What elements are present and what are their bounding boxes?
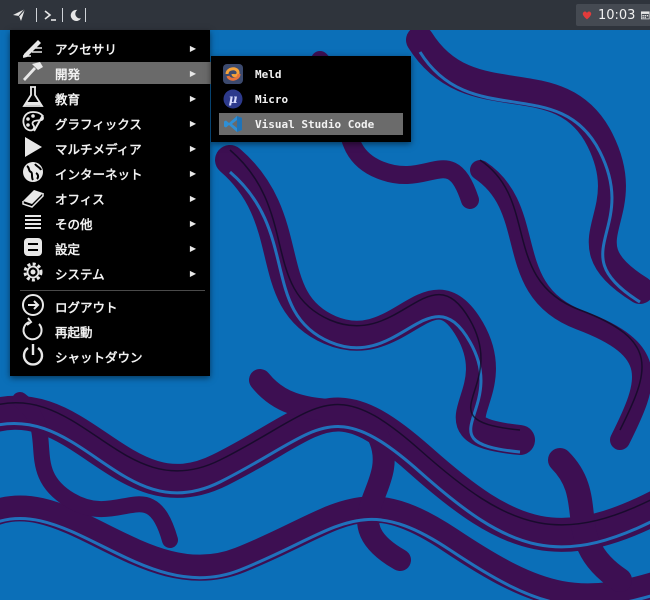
menu-item-label: オフィス	[55, 191, 105, 207]
heart-icon[interactable]	[582, 9, 592, 22]
settings-icon	[24, 238, 42, 256]
launcher-button[interactable]	[8, 0, 30, 30]
menu-item-restart[interactable]: 再起動	[18, 317, 212, 342]
globe-icon	[23, 162, 43, 182]
menu-item-shutdown[interactable]: シャットダウン	[18, 344, 212, 367]
clock[interactable]: 10:03	[598, 8, 635, 23]
menu-item-internet[interactable]: インターネット ▶	[18, 162, 212, 184]
panel-separator	[85, 8, 86, 22]
submenu-item-label: Meld	[255, 67, 282, 81]
flask-icon	[22, 86, 44, 107]
power-icon	[22, 344, 44, 366]
menu-item-office[interactable]: オフィス ▶	[18, 187, 212, 209]
menu-item-label: マルチメディア	[55, 141, 142, 157]
panel-separator	[62, 8, 63, 22]
menu-item-label: 開発	[55, 66, 81, 82]
night-mode-button[interactable]	[66, 0, 84, 30]
vscode-icon	[224, 116, 242, 132]
submenu-item-micro[interactable]: μ Micro	[219, 88, 403, 110]
menu-item-label: アクセサリ	[55, 41, 117, 57]
calendar-icon[interactable]	[641, 9, 650, 21]
submenu-arrow-icon: ▶	[189, 43, 196, 53]
top-panel: 10:03	[0, 0, 650, 30]
menu-item-label: 設定	[55, 241, 81, 257]
submenu-arrow-icon: ▶	[189, 218, 196, 228]
menu-item-multimedia[interactable]: マルチメディア ▶	[18, 137, 212, 159]
svg-text:μ: μ	[229, 92, 238, 106]
terminal-button[interactable]	[40, 0, 60, 30]
restart-icon	[22, 317, 43, 341]
menu-item-label: その他	[55, 216, 93, 232]
menu-item-label: 再起動	[55, 324, 93, 340]
menu-item-label: 教育	[55, 91, 81, 107]
submenu-arrow-icon: ▶	[189, 268, 196, 278]
panel-separator	[36, 8, 37, 22]
application-menu: アクセサリ ▶ 開発 ▶ 教育 ▶ グラフィックス ▶ マルチメディア ▶ イン…	[10, 30, 212, 376]
menu-item-label: グラフィックス	[55, 116, 142, 132]
menu-item-education[interactable]: 教育 ▶	[18, 86, 212, 109]
development-submenu: Meld μ Micro Visual Studio Code	[211, 56, 411, 142]
menu-item-development[interactable]: 開発 ▶	[18, 62, 212, 84]
play-icon	[25, 137, 42, 157]
menu-item-label: シャットダウン	[55, 349, 143, 365]
accessories-pen-icon	[23, 40, 42, 58]
menu-item-other[interactable]: その他 ▶	[18, 212, 212, 234]
menu-item-system[interactable]: システム ▶	[18, 262, 212, 284]
submenu-item-meld[interactable]: Meld	[219, 63, 403, 85]
menu-item-graphics[interactable]: グラフィックス ▶	[18, 111, 212, 134]
submenu-item-label: Micro	[255, 92, 289, 106]
hammer-icon	[23, 62, 43, 81]
submenu-item-label: Visual Studio Code	[255, 117, 375, 131]
logout-icon	[22, 294, 44, 316]
submenu-arrow-icon: ▶	[189, 193, 196, 203]
gear-icon	[23, 262, 43, 282]
menu-item-logout[interactable]: ログアウト	[18, 294, 212, 317]
book-icon	[22, 190, 44, 208]
submenu-arrow-icon: ▶	[189, 143, 196, 153]
submenu-arrow-icon: ▶	[189, 168, 196, 178]
submenu-arrow-icon: ▶	[189, 68, 196, 78]
submenu-arrow-icon: ▶	[189, 243, 196, 253]
menu-item-label: インターネット	[55, 166, 143, 182]
terminal-icon	[44, 10, 56, 21]
micro-icon: μ	[223, 89, 243, 109]
menu-item-label: ログアウト	[55, 299, 118, 315]
menu-item-settings[interactable]: 設定 ▶	[18, 237, 212, 259]
submenu-arrow-icon: ▶	[189, 118, 196, 128]
night-mode-icon	[70, 9, 81, 21]
system-tray: 10:03	[576, 4, 650, 26]
menu-item-accessories[interactable]: アクセサリ ▶	[18, 37, 212, 59]
submenu-item-vscode[interactable]: Visual Studio Code	[219, 113, 403, 135]
menu-item-label: システム	[55, 266, 105, 282]
palette-icon	[22, 111, 44, 132]
list-icon	[25, 215, 41, 229]
menu-divider	[20, 290, 205, 291]
paper-plane-icon	[13, 8, 26, 21]
submenu-arrow-icon: ▶	[189, 93, 196, 103]
meld-icon	[223, 64, 243, 84]
